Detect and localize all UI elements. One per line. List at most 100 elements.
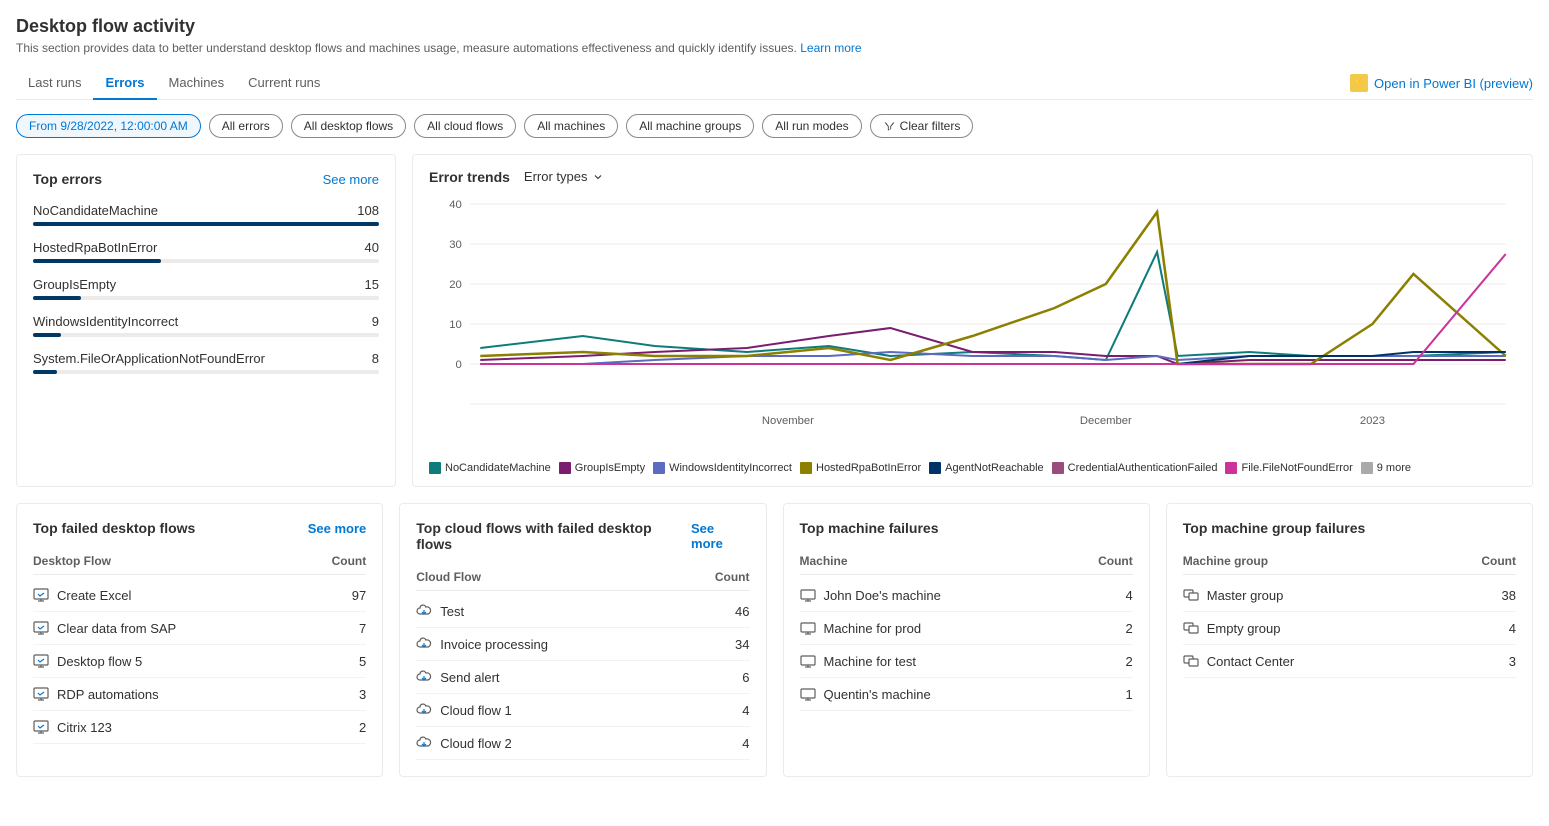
errors-filter-btn[interactable]: All errors [209, 114, 283, 138]
row-name: Clear data from SAP [33, 620, 326, 636]
error-bar-bg [33, 296, 379, 300]
list-item: Machine for test 2 [800, 645, 1133, 678]
error-bar [33, 259, 161, 263]
legend-color [429, 462, 441, 474]
row-count: 7 [326, 621, 366, 636]
row-name: Citrix 123 [33, 719, 326, 735]
list-item: Machine for prod 2 [800, 612, 1133, 645]
legend-item: CredentialAuthenticationFailed [1052, 462, 1218, 474]
desktop-flow-col-label: Desktop Flow [33, 554, 111, 568]
legend-item: NoCandidateMachine [429, 462, 551, 474]
row-count: 4 [1093, 588, 1133, 603]
machine-group-icon [1183, 620, 1199, 636]
row-name: Contact Center [1183, 653, 1476, 669]
row-count: 46 [710, 604, 750, 619]
powerbi-icon: ⚡ [1350, 74, 1368, 92]
error-bar [33, 222, 379, 226]
cloud-flows-see-more[interactable]: See more [691, 521, 749, 551]
legend-item: GroupIsEmpty [559, 462, 645, 474]
clear-icon [883, 120, 896, 133]
run-modes-filter-btn[interactable]: All run modes [762, 114, 861, 138]
chart-container: 40 30 20 10 0 November December 2023 [429, 194, 1516, 454]
error-count: 40 [365, 240, 379, 255]
desktop-flows-filter-btn[interactable]: All desktop flows [291, 114, 406, 138]
page-title: Desktop flow activity [16, 16, 1533, 37]
trends-chart: 40 30 20 10 0 November December 2023 [429, 194, 1516, 454]
legend-label: 9 more [1377, 462, 1411, 474]
desktop-flows-see-more[interactable]: See more [308, 521, 367, 536]
svg-text:2023: 2023 [1360, 415, 1385, 427]
error-types-dropdown[interactable]: Error types [518, 167, 610, 186]
cloud-flow-col-label: Cloud Flow [416, 570, 481, 584]
top-errors-see-more[interactable]: See more [323, 172, 379, 187]
row-count: 5 [326, 654, 366, 669]
machine-count-col-label: Count [1098, 554, 1133, 568]
machine-failures-list: John Doe's machine 4 Machine for prod 2 … [800, 579, 1133, 711]
list-item: Create Excel 97 [33, 579, 366, 612]
list-item: Cloud flow 2 4 [416, 727, 749, 760]
machine-group-count-col-label: Count [1481, 554, 1516, 568]
list-item: Test 46 [416, 595, 749, 628]
list-item: Send alert 6 [416, 661, 749, 694]
legend-color [929, 462, 941, 474]
error-bar [33, 333, 61, 337]
machine-group-failures-title: Top machine group failures [1183, 520, 1366, 536]
open-powerbi-button[interactable]: ⚡ Open in Power BI (preview) [1350, 74, 1533, 92]
desktop-flow-icon [33, 653, 49, 669]
machine-groups-filter-btn[interactable]: All machine groups [626, 114, 754, 138]
error-bar-bg [33, 222, 379, 226]
legend-label: HostedRpaBotInError [816, 462, 921, 474]
cloud-flow-icon [416, 669, 432, 685]
top-machine-failures-card: Top machine failures Machine Count John … [783, 503, 1150, 777]
row-name: Empty group [1183, 620, 1476, 636]
svg-text:10: 10 [449, 319, 462, 331]
row-name: Create Excel [33, 587, 326, 603]
cloud-flows-table-header: Cloud Flow Count [416, 564, 749, 591]
row-count: 2 [1093, 621, 1133, 636]
legend-item: File.FileNotFoundError [1225, 462, 1352, 474]
filters-bar: From 9/28/2022, 12:00:00 AM All errors A… [16, 114, 1533, 138]
row-count: 4 [710, 703, 750, 718]
error-bar-bg [33, 259, 379, 263]
desktop-flow-icon [33, 620, 49, 636]
svg-text:20: 20 [449, 279, 462, 291]
cloud-flows-filter-btn[interactable]: All cloud flows [414, 114, 516, 138]
tab-errors[interactable]: Errors [93, 67, 156, 100]
date-filter-btn[interactable]: From 9/28/2022, 12:00:00 AM [16, 114, 201, 138]
row-name: RDP automations [33, 686, 326, 702]
list-item: Cloud flow 1 4 [416, 694, 749, 727]
tab-machines[interactable]: Machines [157, 67, 237, 100]
legend-color [1052, 462, 1064, 474]
legend-label: File.FileNotFoundError [1241, 462, 1352, 474]
tab-last-runs[interactable]: Last runs [16, 67, 93, 100]
cloud-flow-icon [416, 603, 432, 619]
error-bar [33, 296, 81, 300]
desktop-flow-icon [33, 686, 49, 702]
error-item: NoCandidateMachine 108 [33, 203, 379, 226]
top-failed-desktop-flows-card: Top failed desktop flows See more Deskto… [16, 503, 383, 777]
svg-text:December: December [1080, 415, 1132, 427]
cloud-flow-icon [416, 702, 432, 718]
legend-item: HostedRpaBotInError [800, 462, 921, 474]
machine-col-label: Machine [800, 554, 848, 568]
tab-current-runs[interactable]: Current runs [236, 67, 332, 100]
legend-label: AgentNotReachable [945, 462, 1043, 474]
legend-item: WindowsIdentityIncorrect [653, 462, 792, 474]
top-errors-header: Top errors See more [33, 171, 379, 187]
desktop-flows-table-header: Desktop Flow Count [33, 548, 366, 575]
learn-more-link[interactable]: Learn more [800, 41, 861, 55]
list-item: Empty group 4 [1183, 612, 1516, 645]
clear-filters-btn[interactable]: Clear filters [870, 114, 974, 138]
error-count: 15 [365, 277, 379, 292]
list-item: Master group 38 [1183, 579, 1516, 612]
svg-text:40: 40 [449, 199, 462, 211]
error-name: GroupIsEmpty [33, 277, 116, 292]
legend-label: NoCandidateMachine [445, 462, 551, 474]
row-name: Desktop flow 5 [33, 653, 326, 669]
machine-group-failures-list: Master group 38 Empty group 4 Contact Ce… [1183, 579, 1516, 678]
machines-filter-btn[interactable]: All machines [524, 114, 618, 138]
machine-group-failures-header: Top machine group failures [1183, 520, 1516, 536]
error-name: NoCandidateMachine [33, 203, 158, 218]
error-name: WindowsIdentityIncorrect [33, 314, 178, 329]
cloud-flows-header: Top cloud flows with failed desktop flow… [416, 520, 749, 552]
